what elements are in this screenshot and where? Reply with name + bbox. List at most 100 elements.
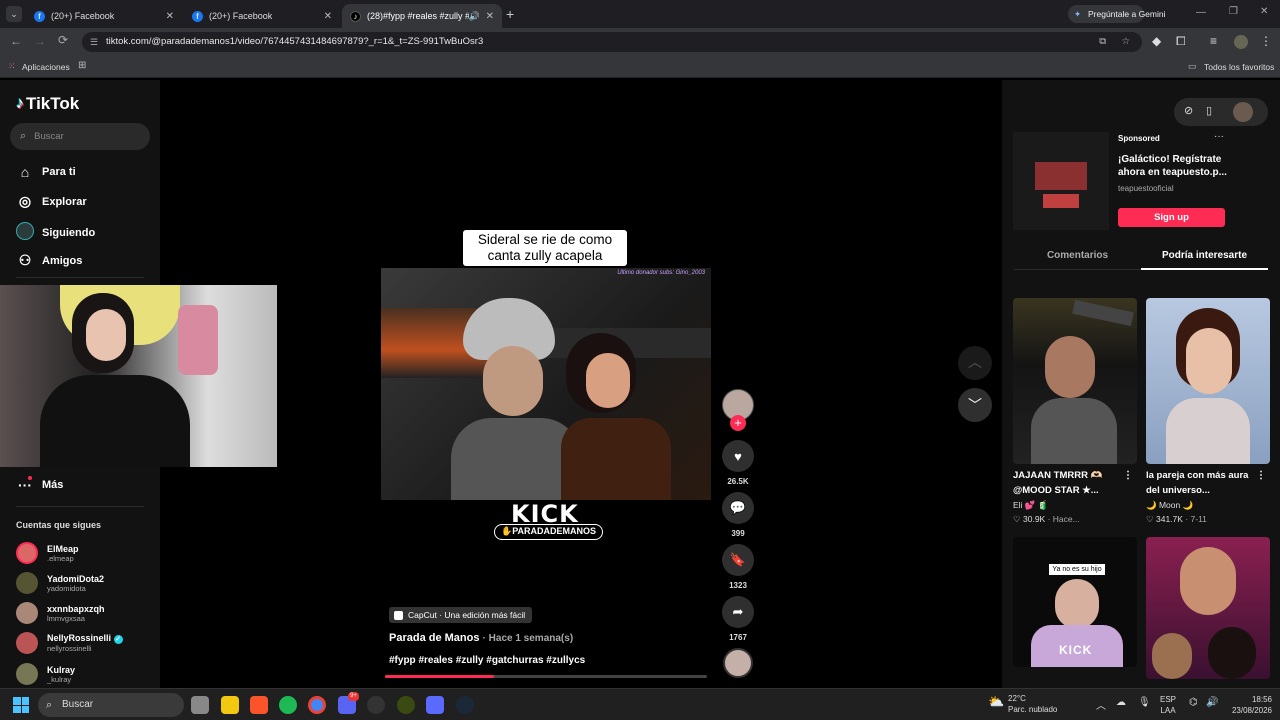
network-icon[interactable]: ⌬ [1189, 697, 1198, 708]
sticky-notes-icon[interactable] [221, 696, 239, 714]
close-icon[interactable]: ✕ [486, 11, 494, 22]
tab-recommended[interactable]: Podría interesarte [1141, 250, 1268, 261]
site-info-icon[interactable]: ☰ [90, 32, 98, 52]
nav-more[interactable]: ··· Más [16, 476, 63, 493]
tab-comments[interactable]: Comentarios [1014, 250, 1141, 261]
video-author[interactable]: Parada de Manos [389, 632, 479, 644]
nav-explore[interactable]: ◎ Explorar [16, 193, 87, 210]
tab-facebook-2[interactable]: f (20+) Facebook ✕ [184, 4, 340, 28]
maximize-button[interactable]: ❐ [1229, 6, 1238, 17]
extension-icon[interactable]: ◆ [1152, 34, 1161, 48]
following-item[interactable]: xxnnbapxzqh lmmvgxsaa [16, 602, 105, 624]
task-view-icon[interactable] [191, 696, 209, 714]
video-card[interactable]: Ya no es su hijo KICK [1013, 537, 1137, 667]
ad-title[interactable]: ¡Galáctico! Regístrate ahora en teapuest… [1118, 153, 1227, 179]
previous-video-button[interactable]: ︿ [958, 346, 992, 380]
card-views: 341.7K [1156, 514, 1183, 524]
cloud-icon[interactable]: ☁ [1116, 697, 1126, 708]
notification-dot [28, 476, 32, 480]
avatar [16, 542, 38, 564]
following-item[interactable]: YadomiDota2 yadomidota [16, 572, 104, 594]
video-card[interactable]: JAJAAN TMRRR 🫶🏻 ⋮ @MOOD STAR ★... Eli 💕 🧃 … [1013, 298, 1137, 525]
spotify-icon[interactable] [279, 696, 297, 714]
app-icon[interactable] [367, 696, 385, 714]
window-close-button[interactable]: ✕ [1260, 6, 1268, 17]
brave-icon[interactable] [250, 696, 268, 714]
compass-icon[interactable]: ⊘ [1184, 104, 1193, 117]
browser-tab-bar: ⌄ f (20+) Facebook ✕ f (20+) Facebook ✕ … [0, 0, 1280, 28]
video-player[interactable]: Ultimo donador subs: Gino_2003 [381, 268, 711, 500]
card-date: · 7-11 [1185, 514, 1207, 524]
share-count: 1767 [729, 633, 747, 642]
app-icon[interactable] [426, 696, 444, 714]
cast-icon[interactable]: ⧉ [1099, 32, 1106, 52]
forward-arrow-icon[interactable]: → [34, 34, 46, 48]
all-bookmarks[interactable]: Todos los favoritos [1204, 62, 1274, 72]
microphone-icon[interactable]: 🎙 [1138, 697, 1151, 708]
gemini-button[interactable]: ✦ Pregúntale a Gemini [1068, 5, 1166, 23]
bookmark-star-icon[interactable]: ☆ [1121, 32, 1130, 52]
like-button[interactable]: ♥ [722, 440, 754, 472]
windows-start-icon[interactable] [13, 697, 29, 713]
language-indicator[interactable]: ESP LAA [1160, 694, 1176, 716]
nav-friends[interactable]: ⚇ Amigos [16, 252, 83, 269]
ad-menu-dots-icon[interactable]: ··· [1214, 131, 1224, 142]
search-input[interactable]: ⌕ Buscar [10, 123, 150, 150]
chrome-icon[interactable] [308, 696, 326, 714]
media-icon[interactable]: ≡ [1210, 34, 1217, 48]
apps-bookmark[interactable]: Aplicaciones [22, 62, 70, 72]
new-tab-button[interactable]: + [506, 6, 514, 22]
video-hashtags[interactable]: #fypp #reales #zully #gatchurras #zullyc… [389, 655, 585, 666]
nav-following[interactable]: Siguiendo [16, 222, 95, 243]
back-arrow-icon[interactable]: ← [10, 34, 22, 48]
volume-icon[interactable]: 🔊 [1206, 697, 1218, 708]
tab-tiktok[interactable]: ♪ (28)#fypp #reales #zully #g 🔊 ✕ [342, 4, 502, 28]
tiktok-wordmark: TikTok [26, 94, 80, 113]
card-menu-dots-icon[interactable]: ⋮ [1123, 468, 1133, 483]
capcut-badge[interactable]: CapCut · Una edición más fácil [389, 607, 533, 623]
sign-up-button[interactable]: Sign up [1118, 208, 1225, 227]
nav-for-you[interactable]: ⌂ Para ti [16, 164, 76, 180]
tab-groups-icon[interactable]: ⊞ [78, 60, 86, 71]
extensions-puzzle-icon[interactable]: ⧠ [1176, 34, 1186, 49]
tab-facebook-1[interactable]: f (20+) Facebook ✕ [26, 4, 182, 28]
webcam-overlay [0, 285, 277, 467]
avatar [16, 602, 38, 624]
ad-thumbnail[interactable] [1013, 132, 1109, 230]
person-shirt [1031, 398, 1117, 464]
share-button[interactable]: ➦ [722, 596, 754, 628]
phone-icon[interactable]: ▯ [1206, 104, 1212, 117]
weather-widget[interactable]: 22°C Parc. nublado [1008, 693, 1057, 715]
minimize-button[interactable]: — [1196, 7, 1206, 18]
speaker-icon[interactable]: 🔊 [469, 11, 480, 22]
steam-icon[interactable] [456, 696, 474, 714]
follow-plus-button[interactable]: + [730, 415, 746, 431]
taskbar-search-input[interactable]: ⌕ Buscar [38, 693, 184, 717]
video-progress-bar[interactable] [385, 675, 707, 678]
clock[interactable]: 18:56 23/08/2026 [1226, 694, 1272, 716]
close-icon[interactable]: ✕ [166, 11, 174, 22]
save-button[interactable]: 🔖 [722, 544, 754, 576]
video-card[interactable] [1146, 537, 1270, 679]
tray-chevron-icon[interactable]: ︿ [1096, 697, 1106, 712]
comment-button[interactable]: 💬 [722, 492, 754, 524]
tab-search-button[interactable]: ⌄ [6, 6, 22, 22]
following-item[interactable]: ElMeap .elmeap [16, 542, 79, 564]
following-item[interactable]: Kulray _kulray [16, 663, 75, 685]
close-icon[interactable]: ✕ [324, 11, 332, 22]
tiktok-logo[interactable]: ♪ TikTok [16, 94, 79, 114]
next-video-button[interactable]: ﹀ [958, 388, 992, 422]
profile-avatar[interactable] [1233, 102, 1253, 122]
card-menu-dots-icon[interactable]: ⋮ [1256, 468, 1266, 483]
person-face [1055, 579, 1099, 629]
menu-dots-icon[interactable]: ⋮ [1260, 34, 1272, 48]
url-field[interactable]: ☰ tiktok.com/@paradademanos1/video/76744… [82, 32, 1142, 52]
ad-account[interactable]: teapuestooficial [1118, 184, 1174, 193]
app-icon[interactable] [397, 696, 415, 714]
following-item[interactable]: NellyRossinelli ✓ nellyrossinelli [16, 632, 123, 654]
reload-icon[interactable]: ⟳ [58, 33, 68, 47]
profile-avatar[interactable] [1234, 35, 1248, 49]
video-card[interactable]: la pareja con más aura ⋮ del universo... 🌙… [1146, 298, 1270, 525]
sound-disc[interactable] [723, 648, 753, 678]
weather-temp: 22°C [1008, 694, 1026, 703]
